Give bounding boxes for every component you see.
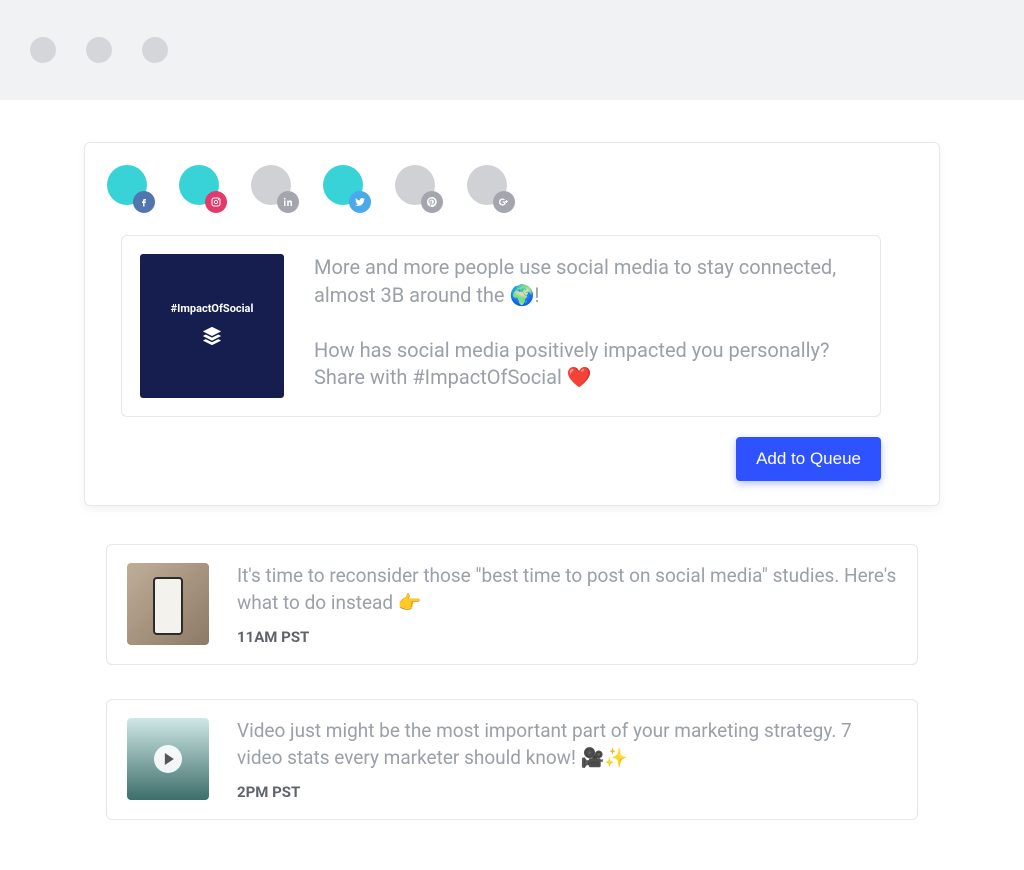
- queue-item-time: 11AM PST: [237, 628, 897, 646]
- thumb-label: #ImpactOfSocial: [171, 302, 254, 315]
- browser-chrome-bar: [0, 0, 1024, 100]
- account-instagram[interactable]: [179, 165, 219, 205]
- queue-item[interactable]: Video just might be the most important p…: [106, 699, 918, 820]
- composer-card: #ImpactOfSocial More and more people use…: [84, 142, 940, 506]
- queue-thumbnail: [127, 718, 209, 800]
- queue-item-time: 2PM PST: [237, 783, 897, 801]
- linkedin-icon: [277, 191, 299, 213]
- googleplus-icon: [493, 191, 515, 213]
- queue-item[interactable]: It's time to reconsider those "best time…: [106, 544, 918, 665]
- post-thumbnail: #ImpactOfSocial: [140, 254, 284, 398]
- queue-thumbnail: [127, 563, 209, 645]
- queue-item-text: It's time to reconsider those "best time…: [237, 563, 897, 616]
- accounts-row: [85, 143, 939, 219]
- window-dot: [142, 37, 168, 63]
- buffer-logo-icon: [201, 325, 223, 350]
- twitter-icon: [349, 191, 371, 213]
- queue-list: It's time to reconsider those "best time…: [84, 544, 940, 820]
- account-linkedin[interactable]: [251, 165, 291, 205]
- account-googleplus[interactable]: [467, 165, 507, 205]
- post-composer[interactable]: #ImpactOfSocial More and more people use…: [121, 235, 881, 417]
- window-dot: [86, 37, 112, 63]
- instagram-icon: [205, 191, 227, 213]
- queue-item-text: Video just might be the most important p…: [237, 718, 897, 771]
- post-text[interactable]: More and more people use social media to…: [314, 254, 860, 392]
- account-twitter[interactable]: [323, 165, 363, 205]
- account-facebook[interactable]: [107, 165, 147, 205]
- add-to-queue-button[interactable]: Add to Queue: [736, 437, 881, 481]
- window-dot: [30, 37, 56, 63]
- pinterest-icon: [421, 191, 443, 213]
- account-pinterest[interactable]: [395, 165, 435, 205]
- facebook-icon: [133, 191, 155, 213]
